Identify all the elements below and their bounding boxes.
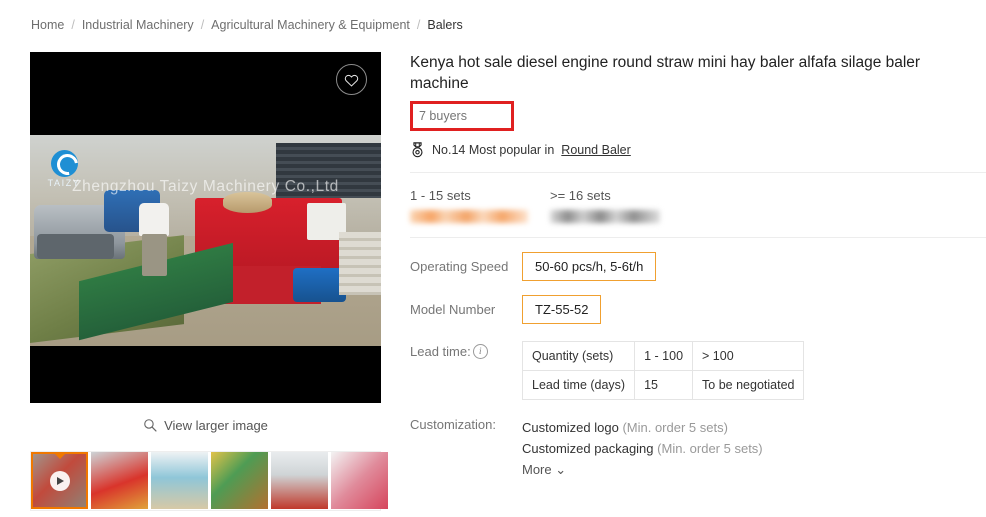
letterbox-bottom xyxy=(30,346,381,403)
breadcrumb-item-industrial-machinery[interactable]: Industrial Machinery xyxy=(82,18,194,32)
scene-car-lower xyxy=(37,234,115,260)
lead-time-quantity-header: Quantity (sets) xyxy=(521,341,636,371)
breadcrumb-separator: / xyxy=(416,18,421,32)
customization-option-1-name: Customized logo xyxy=(522,420,619,435)
buyers-badge: 7 buyers xyxy=(410,101,514,131)
customization-options: Customized logo (Min. order 5 sets) Cust… xyxy=(522,417,763,480)
price-tiers: 1 - 15 sets >= 16 sets xyxy=(410,188,986,223)
scene-shutter xyxy=(275,143,381,199)
price-tier-2-quantity: >= 16 sets xyxy=(550,188,611,203)
spec-model-number-value: TZ-55-52 xyxy=(522,295,602,324)
play-icon xyxy=(49,470,70,491)
video-frame xyxy=(30,135,381,346)
search-icon xyxy=(144,419,157,432)
spec-model-number: Model Number TZ-55-52 xyxy=(410,295,986,324)
buyers-count-label: 7 buyers xyxy=(419,109,467,123)
price-tier-2-value-hidden xyxy=(550,210,660,223)
lead-time-label-wrap: Lead time: i xyxy=(410,341,522,400)
thumbnail-1-video[interactable] xyxy=(31,452,88,509)
thumbnail-strip[interactable] xyxy=(30,451,388,511)
medal-icon xyxy=(412,142,423,158)
price-tier-1-value-hidden xyxy=(410,210,528,223)
customization-section: Customization: Customized logo (Min. ord… xyxy=(410,417,986,480)
breadcrumb-item-home[interactable]: Home xyxy=(31,18,64,32)
spec-operating-speed-value: 50-60 pcs/h, 5-6t/h xyxy=(522,252,657,281)
wishlist-button[interactable] xyxy=(336,64,367,95)
price-tier-1: 1 - 15 sets xyxy=(410,188,550,223)
scene-person-shirt xyxy=(138,202,169,237)
chevron-down-icon: ⌄ xyxy=(555,462,567,477)
page-title: Kenya hot sale diesel engine round straw… xyxy=(410,54,921,92)
thumbnail-5[interactable] xyxy=(271,452,328,509)
video-player[interactable]: TAIZY Zhengzhou Taizy Machinery Co.,Ltd xyxy=(30,52,381,403)
scene-person-legs xyxy=(142,234,167,277)
breadcrumb-separator: / xyxy=(200,18,205,32)
heart-icon xyxy=(344,74,359,87)
price-tier-1-quantity: 1 - 15 sets xyxy=(410,188,471,203)
customization-label: Customization: xyxy=(410,417,496,432)
table-row: Quantity (sets) 1 - 100 > 100 xyxy=(521,341,805,371)
list-item: Customized packaging (Min. order 5 sets) xyxy=(522,438,763,459)
popularity-category-link[interactable]: Round Baler xyxy=(561,143,631,157)
product-gallery: TAIZY Zhengzhou Taizy Machinery Co.,Ltd … xyxy=(30,52,381,439)
customization-option-2-name: Customized packaging xyxy=(522,441,654,456)
popularity-rank-text: No.14 Most popular in xyxy=(432,143,555,157)
breadcrumb: Home / Industrial Machinery / Agricultur… xyxy=(31,18,463,32)
customization-option-1-min-order: (Min. order 5 sets) xyxy=(622,420,728,435)
info-icon[interactable]: i xyxy=(472,344,488,359)
customization-option-2-min-order: (Min. order 5 sets) xyxy=(657,441,763,456)
section-divider xyxy=(410,172,986,173)
scene-bale-stack xyxy=(338,232,381,296)
lead-time-table: Quantity (sets) 1 - 100 > 100 Lead time … xyxy=(521,341,805,400)
spec-operating-speed: Operating Speed 50-60 pcs/h, 5-6t/h xyxy=(410,252,986,281)
thumbnail-4[interactable] xyxy=(211,452,268,509)
view-larger-image-button[interactable]: View larger image xyxy=(30,411,381,439)
thumbnail-6[interactable] xyxy=(331,452,388,509)
scene-roller xyxy=(223,191,273,214)
breadcrumb-separator: / xyxy=(71,18,75,32)
lead-time-quantity-range-2: > 100 xyxy=(692,341,805,371)
product-details: Kenya hot sale diesel engine round straw… xyxy=(410,52,986,480)
view-larger-image-label: View larger image xyxy=(164,417,268,433)
spec-model-number-label: Model Number xyxy=(410,302,496,317)
thumbnail-3[interactable] xyxy=(151,452,208,509)
spec-operating-speed-label: Operating Speed xyxy=(410,259,509,274)
thumbnail-selected-pointer xyxy=(51,452,68,459)
customization-more-button[interactable]: More ⌄ xyxy=(522,459,763,480)
section-divider xyxy=(410,237,986,238)
popularity-rank: No.14 Most popular in Round Baler xyxy=(410,142,986,158)
breadcrumb-item-agricultural-machinery[interactable]: Agricultural Machinery & Equipment xyxy=(211,18,410,32)
lead-time-quantity-range-1: 1 - 100 xyxy=(634,341,694,371)
price-tier-2: >= 16 sets xyxy=(550,188,690,223)
lead-time-days-value-1: 15 xyxy=(634,370,694,400)
list-item: Customized logo (Min. order 5 sets) xyxy=(522,417,763,438)
lead-time-days-header: Lead time (days) xyxy=(521,370,636,400)
lead-time-label: Lead time: xyxy=(410,344,471,359)
lead-time-section: Lead time: i Quantity (sets) 1 - 100 > 1… xyxy=(410,341,986,400)
letterbox-top xyxy=(30,52,381,135)
lead-time-days-value-2: To be negotiated xyxy=(692,370,805,400)
customization-more-label: More xyxy=(522,462,552,477)
breadcrumb-item-balers[interactable]: Balers xyxy=(427,18,462,32)
table-row: Lead time (days) 15 To be negotiated xyxy=(521,370,805,400)
thumbnail-2[interactable] xyxy=(91,452,148,509)
